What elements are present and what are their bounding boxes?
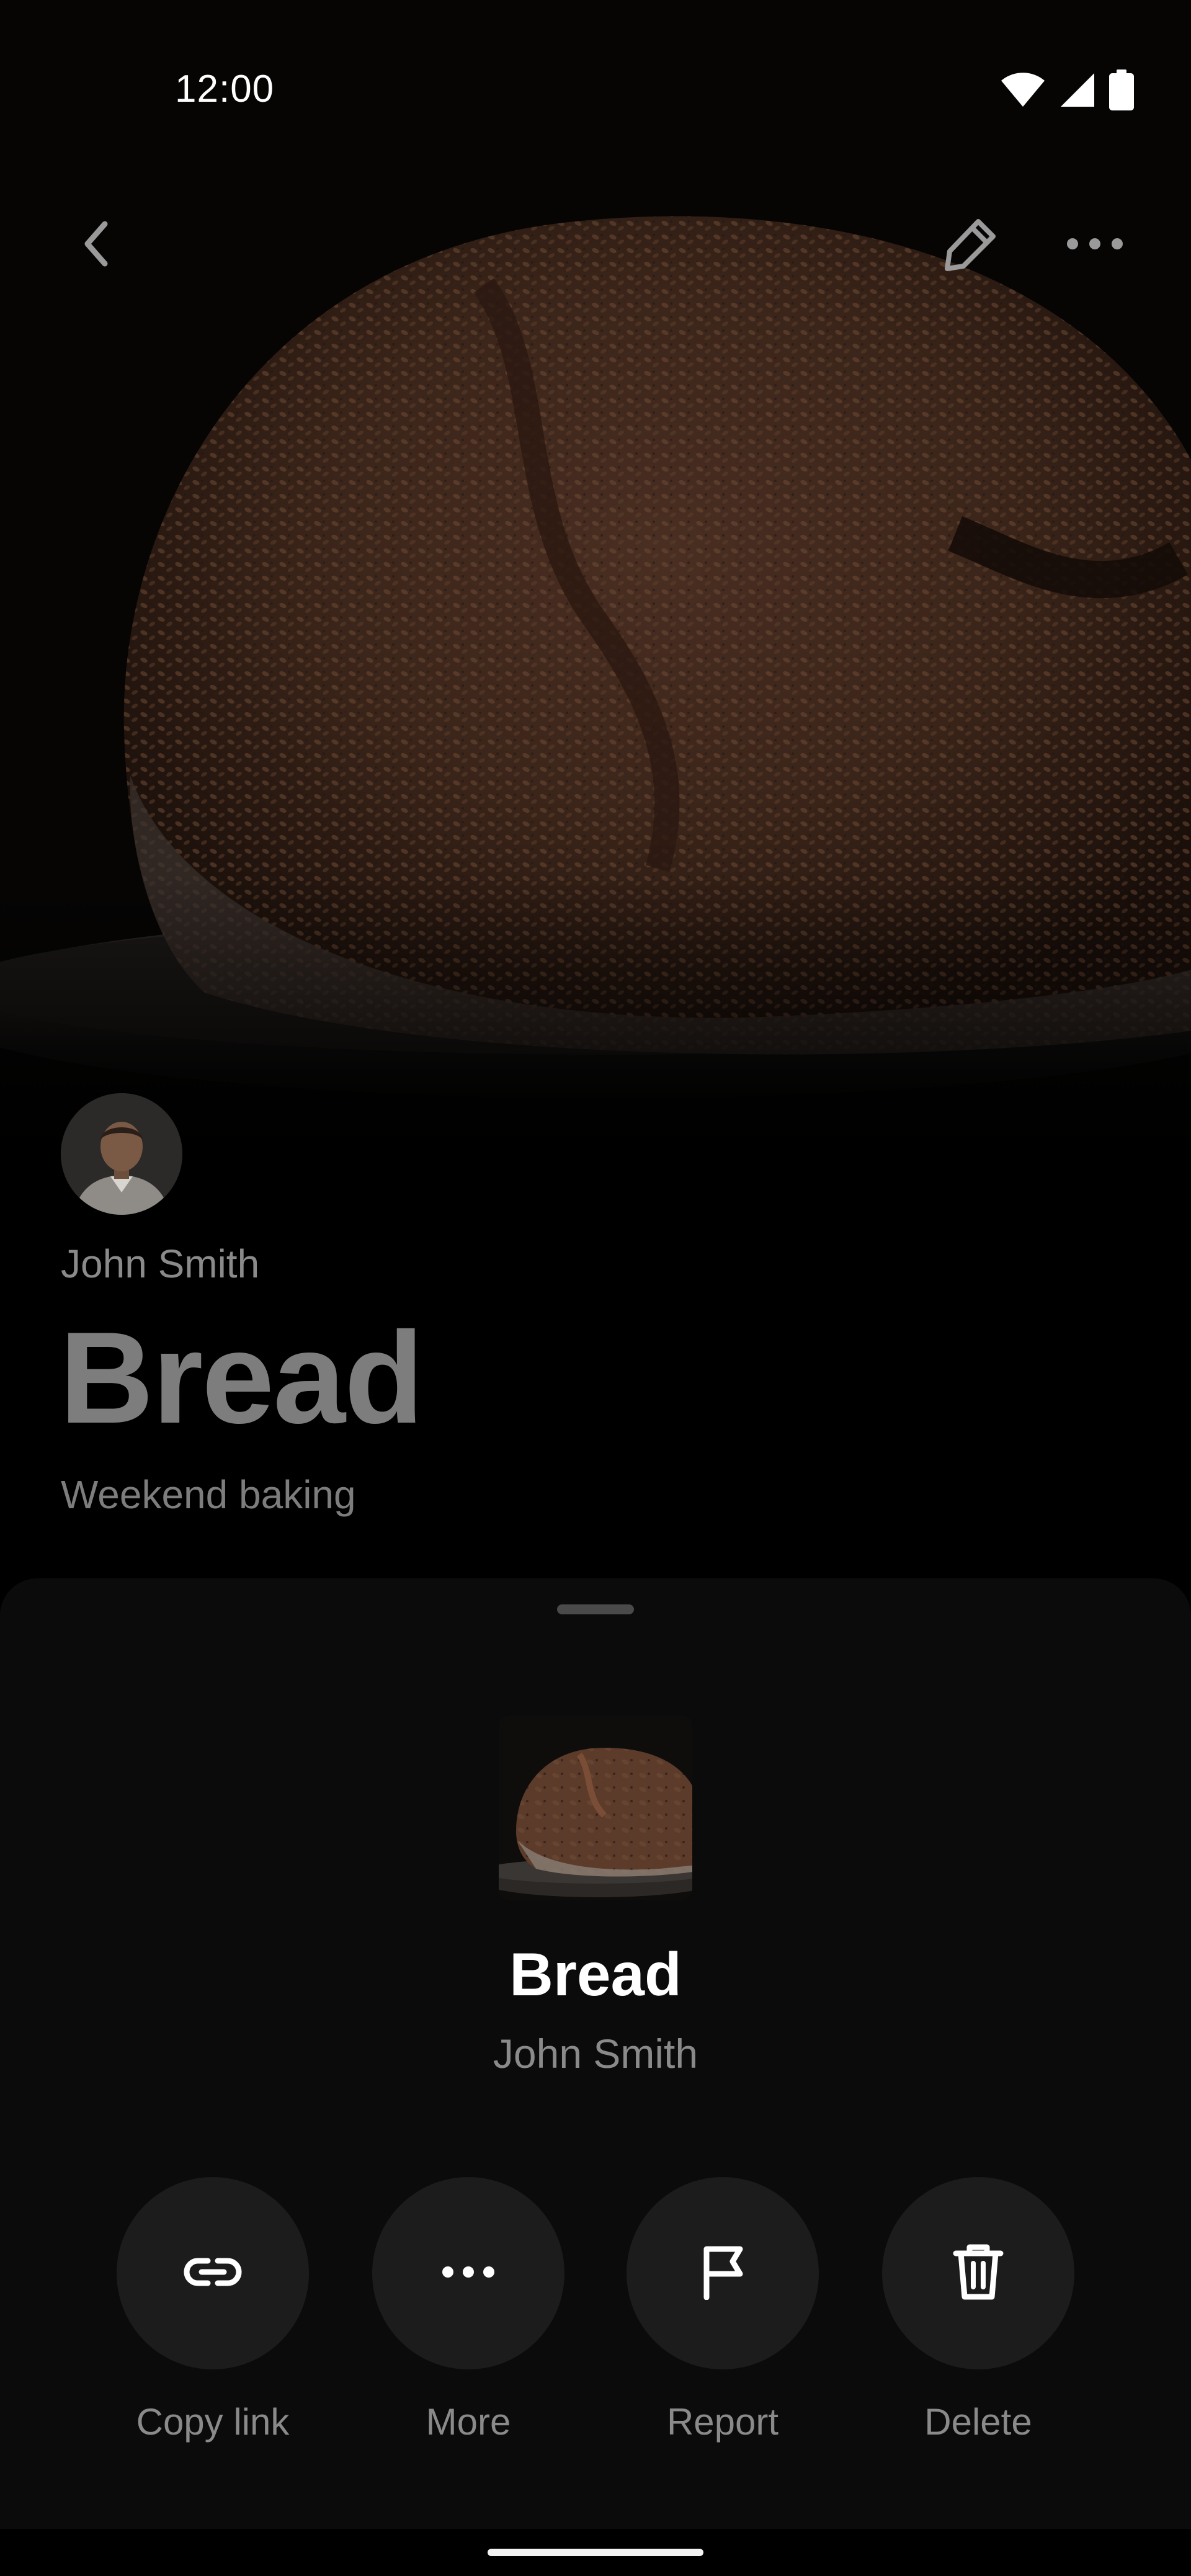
edit-button[interactable] <box>937 211 1005 279</box>
status-icons <box>1000 69 1134 114</box>
more-button[interactable] <box>372 2177 564 2369</box>
more-horizontal-icon <box>1064 235 1126 256</box>
more-options-button[interactable] <box>1061 211 1129 279</box>
battery-icon <box>1109 69 1134 114</box>
more-horizontal-icon <box>440 2265 496 2283</box>
copy-link-action[interactable]: Copy link <box>86 2177 340 2450</box>
copy-link-button[interactable] <box>117 2177 309 2369</box>
flag-icon <box>700 2244 745 2303</box>
link-icon <box>183 2253 243 2294</box>
signal-icon <box>1059 72 1095 111</box>
home-indicator[interactable] <box>488 2549 703 2556</box>
page-subtitle: Weekend baking <box>61 1472 356 1517</box>
sheet-author: John Smith <box>493 2031 698 2077</box>
report-button[interactable] <box>627 2177 819 2369</box>
report-action[interactable]: Report <box>596 2177 850 2450</box>
more-label: More <box>426 2401 511 2443</box>
pencil-icon <box>940 213 1002 278</box>
avatar[interactable] <box>61 1093 182 1215</box>
more-action[interactable]: More <box>341 2177 596 2450</box>
trash-icon <box>952 2242 1004 2305</box>
status-time: 12:00 <box>175 68 275 110</box>
chevron-left-icon <box>78 219 115 272</box>
screen: 12:00 John Smith Bread Weekend baking Br… <box>0 0 1191 2576</box>
back-button[interactable] <box>62 211 130 279</box>
author-name[interactable]: John Smith <box>61 1241 259 1287</box>
hero-image <box>0 0 1191 1166</box>
sheet-title: Bread <box>509 1940 682 2008</box>
page-title: Bread <box>60 1305 424 1451</box>
wifi-icon <box>1000 72 1046 111</box>
drag-handle[interactable] <box>557 1604 634 1614</box>
copy-link-label: Copy link <box>136 2401 290 2443</box>
delete-action[interactable]: Delete <box>851 2177 1105 2450</box>
bottom-sheet: Bread John Smith Copy link More Report D… <box>0 1578 1191 2529</box>
delete-label: Delete <box>924 2401 1032 2443</box>
post-thumbnail <box>499 1716 692 1900</box>
delete-button[interactable] <box>882 2177 1074 2369</box>
report-label: Report <box>666 2401 779 2443</box>
action-row: Copy link More Report Delete <box>0 2177 1191 2450</box>
